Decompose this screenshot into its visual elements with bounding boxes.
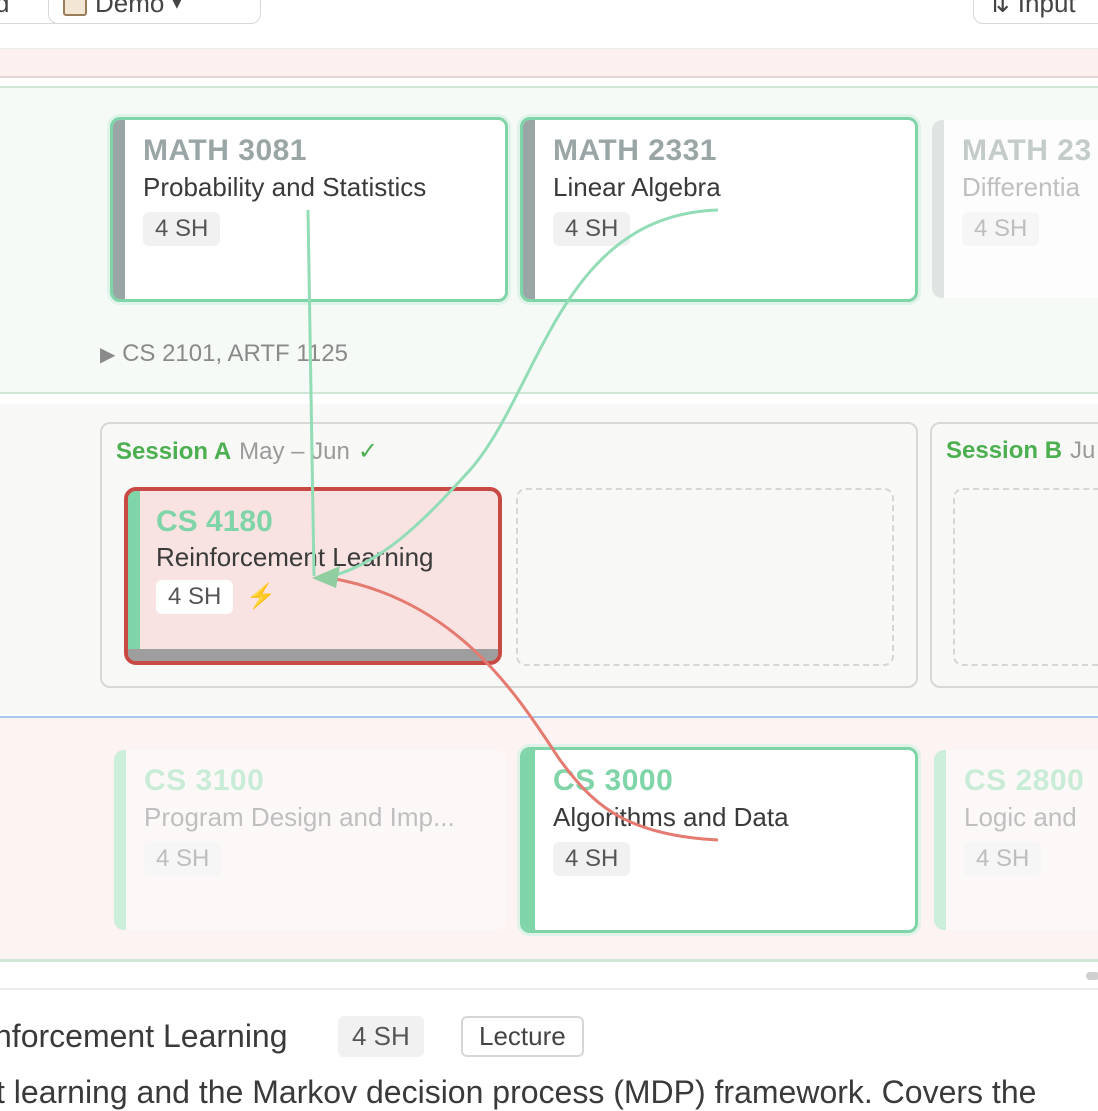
course-title: Differentia bbox=[962, 172, 1081, 202]
card-stripe bbox=[114, 750, 126, 930]
prereq-toggle[interactable]: ▶ CS 2101, ARTF 1125 bbox=[100, 340, 348, 368]
card-stripe bbox=[934, 750, 946, 930]
course-code: CS 3100 bbox=[144, 764, 265, 797]
triangle-right-icon: ▶ bbox=[100, 344, 116, 366]
credit-badge: 4 SH bbox=[156, 580, 234, 614]
course-card[interactable]: CS 2800 Logic and 4 SH bbox=[934, 750, 1098, 930]
course-code: CS 2800 bbox=[964, 764, 1085, 797]
detail-divider bbox=[0, 988, 1098, 990]
course-code: CS 4180 bbox=[156, 505, 273, 538]
scrollbar-thumb[interactable] bbox=[1086, 972, 1098, 980]
course-code: MATH 2331 bbox=[553, 134, 717, 167]
credit-badge: 4 SH bbox=[143, 212, 221, 246]
credit-badge: 4 SH bbox=[962, 212, 1040, 246]
selected-course-card[interactable]: CS 4180 Reinforcement Learning 4 SH ⚡ bbox=[124, 487, 502, 665]
course-title: Linear Algebra bbox=[553, 172, 721, 202]
credit-badge: 4 SH bbox=[553, 212, 631, 246]
course-code: CS 3000 bbox=[553, 764, 674, 797]
demo-label: Demo bbox=[95, 0, 165, 18]
empty-course-slot[interactable] bbox=[516, 488, 894, 666]
course-card[interactable]: MATH 2331 Linear Algebra 4 SH bbox=[520, 117, 918, 302]
input-button[interactable]: ⇅ Input bbox=[973, 0, 1098, 24]
detail-course-title: nforcement Learning bbox=[0, 1018, 288, 1054]
session-b-label: Session B Ju bbox=[946, 437, 1095, 465]
session-dates: May – Jun bbox=[239, 438, 350, 465]
course-title: Algorithms and Data bbox=[553, 802, 789, 832]
card-stripe bbox=[113, 120, 125, 299]
toolbar-button-label: d bbox=[0, 0, 10, 18]
course-title: Reinforcement Learning bbox=[156, 542, 434, 572]
chevron-down-icon: ▾ bbox=[172, 0, 182, 13]
clipboard-icon bbox=[63, 0, 87, 16]
detail-credit-badge: 4 SH bbox=[338, 1016, 424, 1057]
card-stripe bbox=[523, 750, 535, 930]
card-stripe bbox=[932, 120, 944, 298]
empty-course-slot[interactable] bbox=[953, 488, 1098, 666]
credit-badge: 4 SH bbox=[144, 842, 222, 876]
previous-term-band bbox=[0, 48, 1098, 78]
course-card[interactable]: MATH 3081 Probability and Statistics 4 S… bbox=[110, 117, 508, 302]
detail-description: t learning and the Markov decision proce… bbox=[0, 1074, 1037, 1110]
card-stripe bbox=[128, 491, 140, 661]
course-code: MATH 3081 bbox=[143, 134, 307, 167]
course-card[interactable]: CS 3100 Program Design and Imp... 4 SH bbox=[114, 750, 506, 930]
swap-icon: ⇅ bbox=[988, 0, 1010, 18]
card-stripe bbox=[523, 120, 535, 299]
prereq-toggle-label: CS 2101, ARTF 1125 bbox=[122, 340, 348, 367]
session-name: Session B bbox=[946, 437, 1063, 464]
input-label: Input bbox=[1017, 0, 1076, 18]
credit-badge: 4 SH bbox=[553, 842, 631, 876]
course-code: MATH 23 bbox=[962, 134, 1092, 167]
card-bottom-bar bbox=[128, 649, 498, 661]
session-name: Session A bbox=[116, 438, 232, 465]
course-card[interactable]: MATH 23 Differentia 4 SH bbox=[932, 120, 1098, 298]
course-title: Program Design and Imp... bbox=[144, 802, 455, 832]
session-a-label: Session A May – Jun ✓ bbox=[116, 437, 378, 466]
session-dates: Ju bbox=[1070, 437, 1096, 464]
detail-type-badge: Lecture bbox=[461, 1016, 584, 1057]
course-title: Logic and bbox=[964, 802, 1077, 832]
demo-dropdown[interactable]: Demo ▾ bbox=[48, 0, 261, 24]
course-title: Probability and Statistics bbox=[143, 172, 427, 202]
credit-badge: 4 SH bbox=[964, 842, 1042, 876]
lightning-icon: ⚡ bbox=[246, 583, 276, 610]
check-icon: ✓ bbox=[357, 438, 378, 465]
course-card[interactable]: CS 3000 Algorithms and Data 4 SH bbox=[520, 747, 918, 933]
